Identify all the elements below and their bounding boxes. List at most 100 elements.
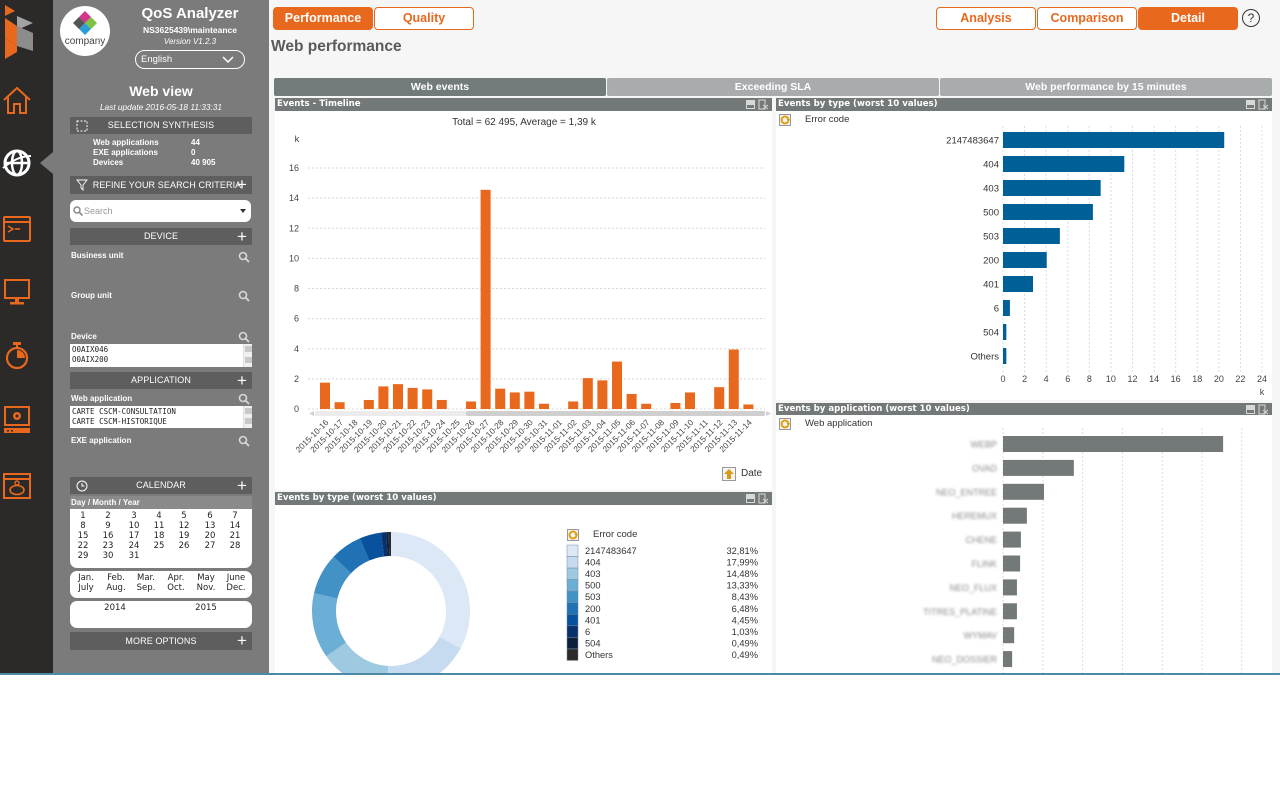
bar[interactable] bbox=[1003, 180, 1101, 196]
web-application-list-item[interactable]: CARTE CSCM-CONSULTATION bbox=[72, 407, 250, 417]
bar[interactable] bbox=[597, 380, 608, 409]
performance-button[interactable]: Performance bbox=[273, 7, 373, 30]
stopwatch-icon[interactable] bbox=[2, 341, 32, 371]
bar[interactable] bbox=[1003, 507, 1027, 524]
bar[interactable] bbox=[1003, 483, 1044, 500]
device-list-item[interactable]: O0AIX046 bbox=[72, 345, 250, 355]
language-select[interactable]: English bbox=[135, 50, 245, 69]
bar[interactable] bbox=[320, 382, 330, 409]
selection-synthesis-header[interactable]: SELECTION SYNTHESIS bbox=[70, 117, 252, 134]
piggy-bank-window-icon[interactable] bbox=[2, 471, 32, 501]
close-icon[interactable] bbox=[758, 99, 769, 110]
bar[interactable] bbox=[1003, 579, 1017, 596]
calendar-month[interactable]: Aug. bbox=[106, 583, 125, 593]
bar[interactable] bbox=[378, 386, 389, 409]
bar[interactable] bbox=[685, 392, 695, 409]
calendar-day[interactable]: 12 bbox=[179, 521, 190, 531]
tab-web-events[interactable]: Web events bbox=[274, 78, 606, 96]
dropdown-caret-icon[interactable] bbox=[240, 209, 246, 213]
bar[interactable] bbox=[1003, 156, 1125, 172]
calendar-month[interactable]: Oct. bbox=[167, 583, 184, 593]
calendar-day[interactable]: 24 bbox=[129, 541, 140, 551]
expand-plus-icon[interactable]: + bbox=[237, 372, 247, 389]
help-icon[interactable]: ? bbox=[1242, 9, 1260, 27]
cycle-dimension-icon[interactable] bbox=[779, 418, 791, 430]
bar[interactable] bbox=[1003, 459, 1074, 476]
bar[interactable] bbox=[1003, 300, 1010, 316]
calendar-month[interactable]: Mar. bbox=[137, 573, 155, 583]
calendar-day[interactable]: 1 bbox=[80, 511, 85, 521]
calendar-day[interactable]: 30 bbox=[103, 551, 114, 561]
donut-slice[interactable] bbox=[391, 532, 470, 649]
bar[interactable] bbox=[393, 384, 403, 409]
device-list-item[interactable]: O0AIX200 bbox=[72, 355, 250, 365]
calendar-month[interactable]: Dec. bbox=[226, 583, 245, 593]
bar[interactable] bbox=[582, 378, 593, 409]
calendar-day[interactable]: 25 bbox=[154, 541, 165, 551]
bar[interactable] bbox=[466, 401, 476, 409]
expand-plus-icon[interactable]: + bbox=[237, 176, 247, 193]
calendar-month[interactable]: June bbox=[227, 573, 246, 583]
web-application-list-item[interactable]: CARTE CSCM-HISTORIQUE bbox=[72, 417, 250, 427]
calendar-day[interactable]: 10 bbox=[129, 521, 140, 531]
web-application-listbox[interactable]: CARTE CSCM-CONSULTATION CARTE CSCM-HISTOR… bbox=[70, 406, 252, 428]
bar[interactable] bbox=[480, 189, 491, 409]
tab-web-performance-15min[interactable]: Web performance by 15 minutes bbox=[940, 78, 1272, 96]
bar[interactable] bbox=[422, 389, 433, 409]
expand-plus-icon[interactable]: + bbox=[237, 477, 247, 494]
bar[interactable] bbox=[714, 387, 725, 409]
donut-slice[interactable] bbox=[387, 636, 461, 673]
calendar-month[interactable]: Apr. bbox=[168, 573, 185, 583]
comparison-button[interactable]: Comparison bbox=[1037, 7, 1137, 30]
x-dimension-label[interactable]: Date bbox=[741, 468, 762, 479]
scroll-right-arrow-icon[interactable] bbox=[766, 411, 771, 416]
tab-exceeding-sla[interactable]: Exceeding SLA bbox=[607, 78, 939, 96]
calendar-day[interactable]: 19 bbox=[179, 531, 190, 541]
search-icon[interactable] bbox=[238, 331, 250, 343]
calendar-day[interactable]: 16 bbox=[103, 531, 114, 541]
calendar-day[interactable]: 27 bbox=[205, 541, 216, 551]
bar[interactable] bbox=[1003, 348, 1007, 364]
bar[interactable] bbox=[1003, 627, 1015, 644]
calendar-day[interactable]: 8 bbox=[80, 521, 85, 531]
calendar-month[interactable]: Jan. bbox=[78, 573, 94, 583]
bar[interactable] bbox=[334, 402, 345, 409]
bar[interactable] bbox=[363, 399, 374, 409]
save-icon[interactable] bbox=[746, 100, 755, 109]
scroll-left-arrow-icon[interactable] bbox=[309, 411, 314, 416]
listbox-scrollbar[interactable] bbox=[243, 406, 252, 428]
calendar-day[interactable]: 26 bbox=[179, 541, 190, 551]
calendar-month[interactable]: May bbox=[197, 573, 215, 583]
bar[interactable] bbox=[539, 403, 549, 409]
brand-logo-icon[interactable] bbox=[2, 2, 36, 60]
device-listbox[interactable]: O0AIX046 O0AIX200 bbox=[70, 344, 252, 367]
save-icon[interactable] bbox=[1246, 405, 1255, 414]
calendar-day[interactable]: 17 bbox=[129, 531, 140, 541]
bar[interactable] bbox=[1003, 204, 1093, 220]
bar[interactable] bbox=[728, 349, 739, 409]
bar[interactable] bbox=[612, 361, 622, 409]
expand-plus-icon[interactable]: + bbox=[237, 632, 247, 649]
bar[interactable] bbox=[495, 388, 506, 409]
bar[interactable] bbox=[509, 392, 520, 409]
chart-scrollbar-thumb[interactable] bbox=[466, 411, 765, 416]
bar[interactable] bbox=[1003, 132, 1225, 148]
bar[interactable] bbox=[1003, 324, 1007, 340]
bar[interactable] bbox=[1003, 531, 1021, 548]
calendar-day[interactable]: 4 bbox=[156, 511, 161, 521]
monitor-icon[interactable] bbox=[2, 277, 32, 307]
calendar-day[interactable]: 23 bbox=[103, 541, 114, 551]
calendar-day[interactable]: 13 bbox=[205, 521, 216, 531]
bar[interactable] bbox=[626, 393, 637, 409]
calendar-day[interactable]: 7 bbox=[232, 511, 237, 521]
quality-button[interactable]: Quality bbox=[374, 7, 474, 30]
calendar-day[interactable]: 31 bbox=[129, 551, 140, 561]
close-icon[interactable] bbox=[758, 493, 769, 504]
bar[interactable] bbox=[743, 404, 754, 409]
calendar-month[interactable]: Feb. bbox=[107, 573, 125, 583]
calendar-day[interactable]: 29 bbox=[78, 551, 89, 561]
calendar-day[interactable]: 20 bbox=[205, 531, 216, 541]
calendar-month[interactable]: July bbox=[78, 583, 93, 593]
bar[interactable] bbox=[1003, 228, 1060, 244]
calendar-day[interactable]: 18 bbox=[154, 531, 165, 541]
